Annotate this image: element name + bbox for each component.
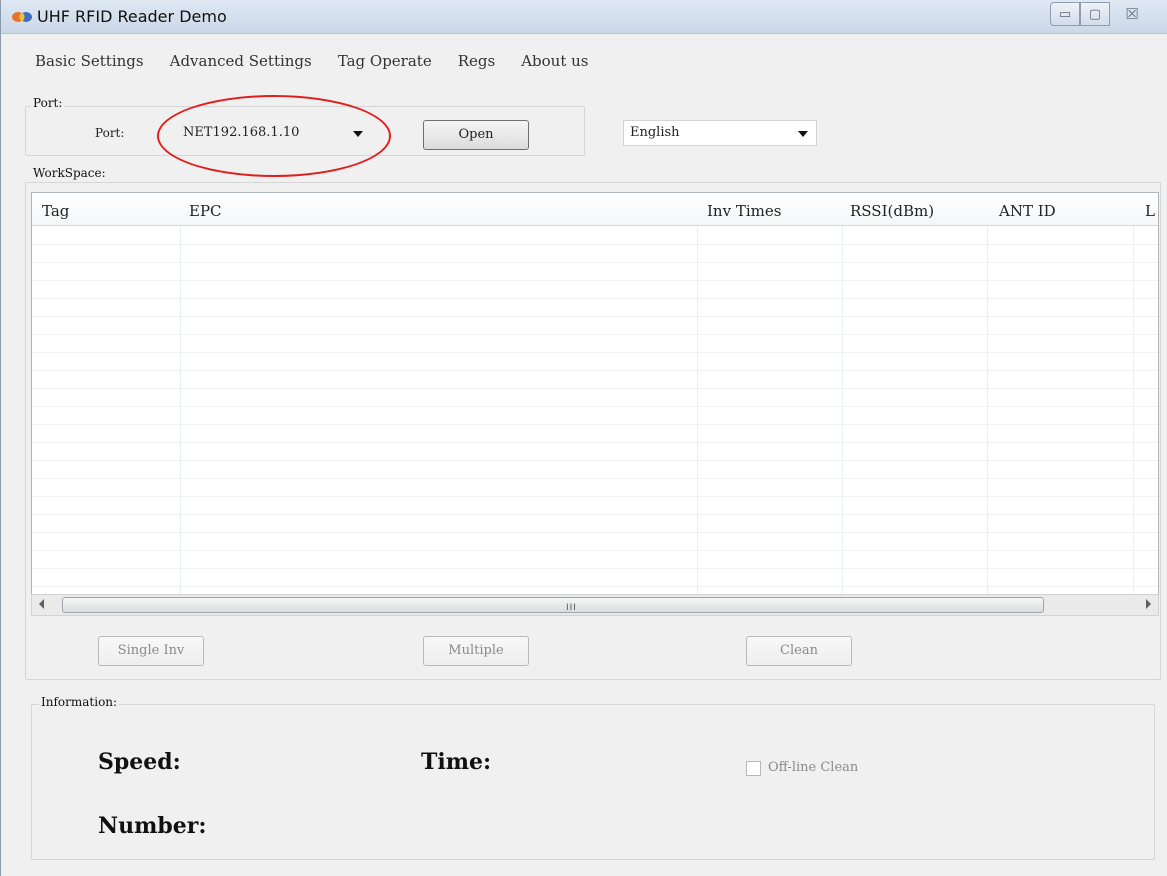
tag-table[interactable]: Tag EPC Inv Times RSSI(dBm) ANT ID L <box>31 192 1159 595</box>
scroll-left-icon[interactable] <box>39 599 44 609</box>
scrollbar-thumb[interactable] <box>62 597 1044 613</box>
column-divider <box>987 226 988 594</box>
table-row-line <box>32 280 1158 281</box>
table-row-line <box>32 406 1158 407</box>
minimize-button[interactable]: ▭ <box>1050 2 1080 26</box>
column-divider <box>697 226 698 594</box>
column-header-ant-id[interactable]: ANT ID <box>999 202 1056 220</box>
window-controls: ▭ ▢ ☒ <box>1050 2 1154 28</box>
table-row-line <box>32 532 1158 533</box>
offline-clean-checkbox[interactable] <box>746 761 761 776</box>
close-icon: ☒ <box>1125 5 1139 23</box>
table-row-line <box>32 352 1158 353</box>
column-header-rssi[interactable]: RSSI(dBm) <box>850 202 934 220</box>
workspace-group-legend: WorkSpace: <box>31 166 108 180</box>
table-row-line <box>32 478 1158 479</box>
app-logo-icon <box>12 12 32 22</box>
time-label: Time: <box>421 749 492 775</box>
menu-basic-settings[interactable]: Basic Settings <box>35 52 144 78</box>
horizontal-scrollbar[interactable]: III <box>31 594 1159 616</box>
table-row-line <box>32 388 1158 389</box>
table-row-line <box>32 496 1158 497</box>
number-label: Number: <box>98 813 207 839</box>
table-row-line <box>32 244 1158 245</box>
speed-label: Speed: <box>98 749 181 775</box>
information-group-legend: Information: <box>39 695 120 709</box>
open-button[interactable]: Open <box>423 120 529 150</box>
menu-bar: Basic Settings Advanced Settings Tag Ope… <box>2 52 588 78</box>
single-inv-button[interactable]: Single Inv <box>98 636 204 666</box>
column-divider <box>842 226 843 594</box>
menu-about-us[interactable]: About us <box>521 52 588 78</box>
table-header: Tag EPC Inv Times RSSI(dBm) ANT ID L <box>32 193 1158 226</box>
table-row-line <box>32 298 1158 299</box>
multiple-button[interactable]: Multiple <box>423 636 529 666</box>
clean-button[interactable]: Clean <box>746 636 852 666</box>
table-row-line <box>32 424 1158 425</box>
table-row-line <box>32 514 1158 515</box>
scrollbar-grip: III <box>566 603 577 613</box>
column-divider <box>180 226 181 594</box>
column-header-tag[interactable]: Tag <box>42 202 69 220</box>
table-row-line <box>32 334 1158 335</box>
maximize-icon: ▢ <box>1088 6 1102 22</box>
scroll-right-icon[interactable] <box>1146 599 1151 609</box>
menu-advanced-settings[interactable]: Advanced Settings <box>170 52 312 78</box>
app-window: UHF RFID Reader Demo ▭ ▢ ☒ Basic Setting… <box>0 0 1167 876</box>
chevron-down-icon <box>798 131 808 137</box>
column-divider <box>1133 226 1134 594</box>
table-row-line <box>32 262 1158 263</box>
column-header-inv-times[interactable]: Inv Times <box>707 202 781 220</box>
menu-regs[interactable]: Regs <box>458 52 495 78</box>
table-row-line <box>32 442 1158 443</box>
port-label: Port: <box>95 126 125 140</box>
title-bar[interactable]: UHF RFID Reader Demo ▭ ▢ ☒ <box>1 0 1167 34</box>
language-select[interactable]: English <box>623 120 817 146</box>
window-title: UHF RFID Reader Demo <box>37 7 227 26</box>
port-group-legend: Port: <box>31 96 65 110</box>
table-row-line <box>32 460 1158 461</box>
minimize-icon: ▭ <box>1058 6 1072 22</box>
close-button[interactable]: ☒ <box>1110 2 1154 26</box>
table-row-line <box>32 370 1158 371</box>
table-row-line <box>32 316 1158 317</box>
column-header-truncated[interactable]: L <box>1145 202 1155 220</box>
maximize-button[interactable]: ▢ <box>1080 2 1110 26</box>
annotation-circle <box>157 95 391 177</box>
column-header-epc[interactable]: EPC <box>189 202 222 220</box>
offline-clean-label[interactable]: Off-line Clean <box>768 760 858 775</box>
table-row-line <box>32 568 1158 569</box>
menu-tag-operate[interactable]: Tag Operate <box>338 52 432 78</box>
table-row-line <box>32 586 1158 587</box>
table-row-line <box>32 550 1158 551</box>
language-select-value: English <box>630 125 680 140</box>
